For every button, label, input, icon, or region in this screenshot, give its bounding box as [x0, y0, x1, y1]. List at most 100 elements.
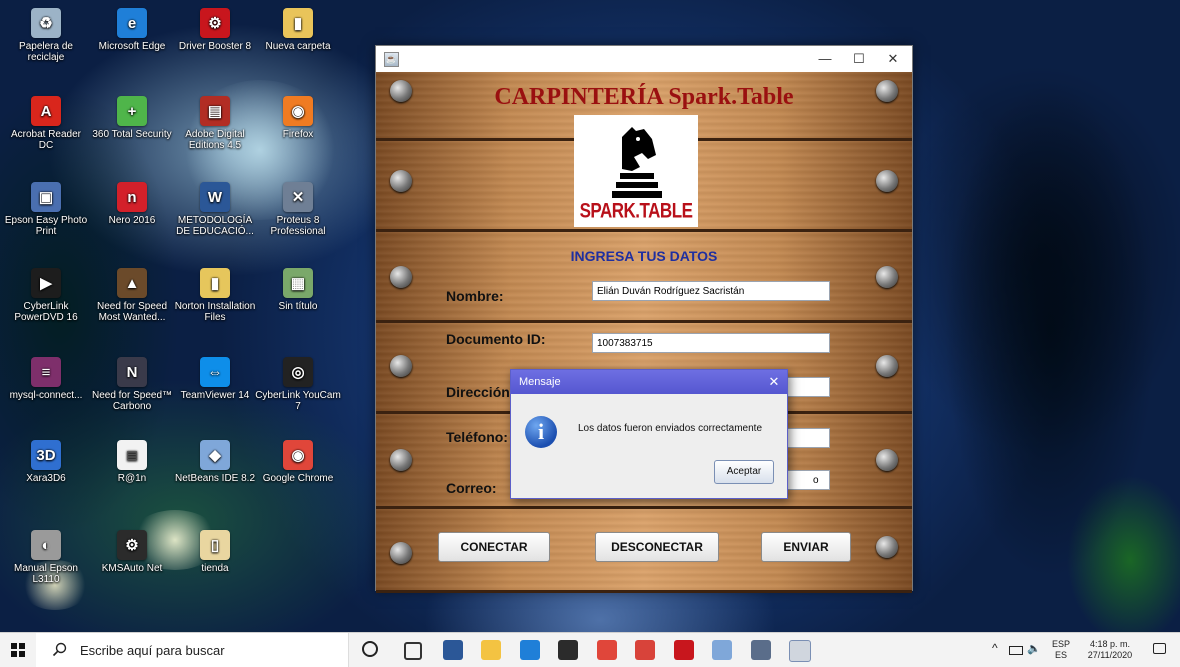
desktop-icon[interactable]: W METODOLOGÍA DE EDUCACIÓ...: [172, 182, 258, 237]
accept-button[interactable]: Aceptar: [714, 460, 774, 484]
tienda-icon: ▯: [200, 530, 230, 560]
chrome-icon[interactable]: [596, 640, 617, 660]
desktop-icon-label: Acrobat Reader DC: [10, 129, 82, 151]
language-indicator[interactable]: ESP ES: [1050, 639, 1072, 661]
volume-icon[interactable]: 🔈: [1027, 642, 1041, 655]
desktop-icon[interactable]: ✕ Proteus 8 Professional: [255, 182, 341, 237]
security-icon: +: [117, 96, 147, 126]
desktop-icon-label: Need for Speed Most Wanted...: [96, 301, 168, 323]
dialog-title: Mensaje: [519, 376, 561, 388]
desktop-icon[interactable]: ◎ CyberLink YouCam 7: [255, 357, 341, 412]
teamviewer-icon: ⇔: [200, 357, 230, 387]
desktop-icon[interactable]: ≡ mysql-connect...: [3, 357, 89, 401]
send-button[interactable]: ENVIAR: [761, 532, 851, 562]
dialog-close-button[interactable]: ✕: [761, 370, 787, 394]
desktop-icon[interactable]: ◉ Google Chrome: [255, 440, 341, 484]
correo-label: Correo:: [446, 480, 497, 496]
desktop-icon[interactable]: ◐ Manual Epson L3110: [3, 530, 89, 585]
desktop-icon[interactable]: ♻ Papelera de reciclaje: [3, 8, 89, 63]
manual-icon: ◐: [31, 530, 61, 560]
telefono-label: Teléfono:: [446, 429, 508, 445]
desktop-icon[interactable]: ▤ Adobe Digital Editions 4.5: [172, 96, 258, 151]
info-icon: i: [525, 416, 557, 448]
bolt-icon: [390, 449, 412, 471]
file-explorer-icon[interactable]: [481, 640, 501, 660]
logo-text: SPARK.TABLE: [579, 198, 693, 223]
minimize-button[interactable]: —: [808, 46, 842, 72]
desktop-icon[interactable]: e Microsoft Edge: [89, 8, 175, 52]
connect-button[interactable]: CONECTAR: [438, 532, 550, 562]
desktop-icon[interactable]: ▮ Nueva carpeta: [255, 8, 341, 52]
close-button[interactable]: ✕: [876, 46, 910, 72]
desktop-icon-label: Norton Installation Files: [174, 301, 256, 323]
spark-table-logo: SPARK.TABLE: [574, 115, 698, 227]
desktop-icon[interactable]: ◉ Firefox: [255, 96, 341, 140]
desktop-icon[interactable]: +360 Total Security: [89, 96, 175, 140]
clock[interactable]: 4:18 p. m. 27/11/2020: [1080, 639, 1140, 661]
cortana-button[interactable]: [362, 641, 378, 657]
desktop-icon-label: Papelera de reciclaje: [19, 41, 73, 63]
documento-label: Documento ID:: [446, 331, 546, 347]
bolt-icon: [390, 355, 412, 377]
netbeans-icon[interactable]: [750, 640, 771, 660]
desktop-icon[interactable]: 3D Xara3D6: [3, 440, 89, 484]
driver-booster-icon[interactable]: [673, 640, 694, 660]
start-button[interactable]: [0, 633, 36, 667]
dialog-titlebar[interactable]: Mensaje ✕: [511, 370, 787, 394]
tray-chevron[interactable]: ^: [992, 642, 998, 654]
desktop-icon-label: CyberLink YouCam 7: [255, 390, 341, 412]
search-icon: [52, 642, 67, 657]
desktop-icon[interactable]: ▦ Sin título: [255, 268, 341, 312]
wood-plank: [376, 232, 912, 323]
windows-logo-icon: [11, 643, 25, 657]
taskbar-search[interactable]: Escribe aquí para buscar: [36, 633, 349, 667]
kmsauto-icon: ⚙: [117, 530, 147, 560]
desktop-icon[interactable]: ≣ R@1n: [89, 440, 175, 484]
edge-icon[interactable]: [519, 640, 540, 660]
desktop-icon-label: Xara3D6: [26, 473, 66, 484]
word-icon[interactable]: [442, 640, 463, 660]
maximize-button[interactable]: ☐: [842, 46, 876, 72]
image-file-icon: ▦: [283, 268, 313, 298]
desktop-icon[interactable]: ▣ Epson Easy Photo Print: [3, 182, 89, 237]
documento-field[interactable]: 1007383715: [592, 333, 830, 353]
desktop-icon[interactable]: ⚙ KMSAuto Net: [89, 530, 175, 574]
desktop-icon-label: 360 Total Security: [92, 129, 172, 140]
java-app-icon[interactable]: [789, 640, 811, 662]
disconnect-button[interactable]: DESCONECTAR: [595, 532, 719, 562]
netbeans-icon: ◆: [200, 440, 230, 470]
desktop-icon[interactable]: ▲ Need for Speed Most Wanted...: [89, 268, 175, 323]
nombre-field[interactable]: Elián Duván Rodríguez Sacristán: [592, 281, 830, 301]
desktop-icon[interactable]: ▮ Norton Installation Files: [172, 268, 258, 323]
bolt-icon: [876, 266, 898, 288]
wallpaper-right-tree: [900, 0, 1180, 632]
desktop-icon[interactable]: ⚙ Driver Booster 8: [172, 8, 258, 52]
window-titlebar[interactable]: ☕ — ☐ ✕: [376, 46, 912, 72]
desktop-icon[interactable]: ◆ NetBeans IDE 8.2: [172, 440, 258, 484]
media-icon[interactable]: [635, 640, 655, 660]
battery-icon[interactable]: [1009, 646, 1023, 655]
folder-icon: ▮: [283, 8, 313, 38]
powerdvd-icon: ▶: [31, 268, 61, 298]
desktop-icon[interactable]: ▶ CyberLink PowerDVD 16: [3, 268, 89, 323]
desktop-icon[interactable]: ▯ tienda: [172, 530, 258, 574]
desktop-icon-label: Driver Booster 8: [178, 41, 252, 52]
desktop-icon-label: NetBeans IDE 8.2: [174, 473, 256, 484]
bolt-icon: [876, 355, 898, 377]
desktop-icon-label: tienda: [201, 563, 229, 574]
desktop-icon[interactable]: n Nero 2016: [89, 182, 175, 226]
direccion-label: Dirección:: [446, 384, 515, 400]
task-view-icon[interactable]: [404, 642, 422, 660]
search-placeholder: Escribe aquí para buscar: [80, 643, 225, 658]
desktop-icon[interactable]: ⇔ TeamViewer 14: [172, 357, 258, 401]
section-title: INGRESA TUS DATOS: [570, 248, 718, 264]
desktop-icon[interactable]: N Need for Speed™ Carbono: [89, 357, 175, 412]
desktop-icon-label: Epson Easy Photo Print: [4, 215, 88, 237]
paint-icon[interactable]: [712, 640, 732, 660]
store-icon[interactable]: [558, 640, 578, 660]
desktop-icon[interactable]: A Acrobat Reader DC: [3, 96, 89, 151]
notifications-icon[interactable]: [1153, 643, 1166, 654]
taskbar: Escribe aquí para buscar ^ 🔈 ESP ES 4:18…: [0, 632, 1180, 667]
desktop-icon-label: Firefox: [282, 129, 314, 140]
app-title: CARPINTERÍA Spark.Table: [494, 84, 794, 110]
